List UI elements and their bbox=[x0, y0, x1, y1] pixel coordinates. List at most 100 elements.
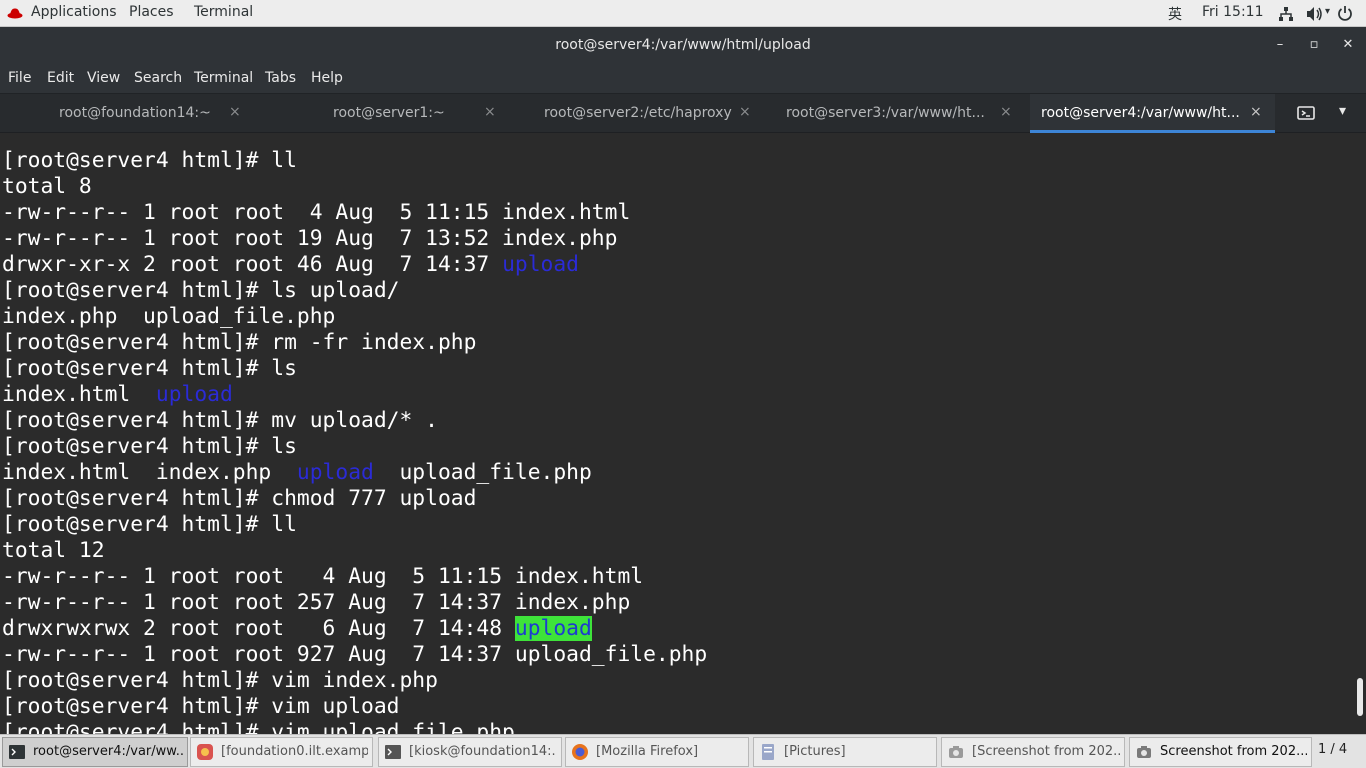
terminal-line: -rw-r--r-- 1 root root 4 Aug 5 11:15 ind… bbox=[2, 200, 631, 225]
tab-bar: root@foundation14:~ × root@server1:~ × r… bbox=[0, 93, 1366, 133]
directory-name: upload bbox=[514, 616, 592, 641]
tab-server4[interactable]: root@server4:/var/www/ht... × bbox=[1030, 94, 1275, 133]
clock[interactable]: Fri 15:11 bbox=[1202, 4, 1263, 20]
input-method-indicator[interactable]: 英 bbox=[1168, 4, 1182, 24]
window-title-bar[interactable]: root@server4:/var/www/html/upload – ▫ ✕ bbox=[0, 27, 1366, 65]
terminal-text: drwxr-xr-x 2 root root 46 Aug 7 14:37 bbox=[2, 252, 503, 277]
directory-name: upload bbox=[296, 460, 374, 485]
tab-close-icon[interactable]: × bbox=[739, 104, 751, 120]
tab-label: root@foundation14:~ bbox=[59, 105, 211, 121]
taskbar-item-label: root@server4:/var/ww... bbox=[33, 744, 183, 759]
taskbar-item-label: [kiosk@foundation14:... bbox=[409, 744, 557, 759]
terminal-line: [root@server4 html]# chmod 777 upload bbox=[2, 486, 477, 511]
terminal-line: drwxr-xr-x 2 root root 46 Aug 7 14:37 up… bbox=[2, 252, 579, 278]
redhat-logo-icon bbox=[7, 8, 23, 19]
terminal-line: [root@server4 html]# ls bbox=[2, 356, 297, 381]
terminal-text: drwxrwxrwx 2 root root 6 Aug 7 14:48 bbox=[2, 616, 515, 641]
firefox-icon bbox=[572, 744, 588, 760]
terminal-icon bbox=[385, 745, 401, 759]
menu-edit[interactable]: Edit bbox=[47, 70, 74, 86]
terminal-line: index.html index.php upload upload_file.… bbox=[2, 460, 592, 486]
tab-close-icon[interactable]: × bbox=[1000, 104, 1012, 120]
terminal-line: [root@server4 html]# ll bbox=[2, 148, 297, 173]
tab-foundation14[interactable]: root@foundation14:~ × bbox=[0, 94, 256, 133]
tab-close-icon[interactable]: × bbox=[1250, 104, 1262, 120]
terminal-line: [root@server4 html]# ls bbox=[2, 434, 297, 459]
top-bar: Applications Places Terminal 英 Fri 15:11… bbox=[0, 0, 1366, 27]
tab-label: root@server3:/var/www/ht... bbox=[786, 105, 985, 121]
terminal-line: [root@server4 html]# vim index.php bbox=[2, 668, 438, 693]
screenshot-icon bbox=[1137, 746, 1151, 758]
directory-name: upload bbox=[502, 252, 579, 277]
close-button[interactable]: ✕ bbox=[1338, 35, 1358, 55]
tab-close-icon[interactable]: × bbox=[484, 104, 496, 120]
terminal-line: total 12 bbox=[2, 538, 105, 563]
tab-label: root@server4:/var/www/ht... bbox=[1041, 105, 1240, 121]
directory-name: upload bbox=[155, 382, 233, 407]
terminal-icon bbox=[9, 745, 25, 759]
terminal-line: total 8 bbox=[2, 174, 92, 199]
taskbar-item-label: [Pictures] bbox=[784, 744, 846, 759]
tab-server1[interactable]: root@server1:~ × bbox=[256, 94, 512, 133]
menu-search[interactable]: Search bbox=[134, 70, 182, 86]
terminal-app-menu[interactable]: Terminal bbox=[194, 4, 253, 20]
maximize-button[interactable]: ▫ bbox=[1304, 35, 1324, 55]
terminal-line: drwxrwxrwx 2 root root 6 Aug 7 14:48 upl… bbox=[2, 616, 592, 642]
scrollbar-thumb[interactable] bbox=[1357, 678, 1363, 716]
taskbar-item-firefox[interactable]: [Mozilla Firefox] bbox=[565, 737, 749, 767]
terminal-text: index.html index.php bbox=[2, 460, 297, 485]
terminal-line: -rw-r--r-- 1 root root 19 Aug 7 13:52 in… bbox=[2, 226, 618, 251]
tab-server3[interactable]: root@server3:/var/www/ht... × bbox=[768, 94, 1028, 133]
taskbar: root@server4:/var/ww... [foundation0.ilt… bbox=[0, 734, 1366, 768]
terminal-line: [root@server4 html]# ll bbox=[2, 512, 297, 537]
tab-close-icon[interactable]: × bbox=[229, 104, 241, 120]
scrollbar-track[interactable] bbox=[1352, 133, 1366, 734]
taskbar-item-terminal-server4[interactable]: root@server4:/var/ww... bbox=[2, 737, 188, 767]
places-menu[interactable]: Places bbox=[129, 4, 174, 20]
taskbar-item-kiosk-terminal[interactable]: [kiosk@foundation14:... bbox=[378, 737, 562, 767]
taskbar-item-label: Screenshot from 202... bbox=[1160, 744, 1307, 759]
terminal-line: index.php upload_file.php bbox=[2, 304, 336, 329]
terminal-line: [root@server4 html]# ls upload/ bbox=[2, 278, 400, 303]
terminal-line: index.html upload bbox=[2, 382, 233, 408]
window-title: root@server4:/var/www/html/upload bbox=[555, 37, 811, 53]
power-icon[interactable] bbox=[1337, 5, 1353, 21]
menu-help[interactable]: Help bbox=[311, 70, 343, 86]
workspace-pager[interactable]: 1 / 4 bbox=[1318, 742, 1347, 757]
taskbar-item-label: [foundation0.ilt.exampl... bbox=[221, 744, 368, 759]
app-icon bbox=[197, 744, 213, 760]
chevron-down-icon[interactable]: ▾ bbox=[1325, 6, 1330, 17]
terminal-line: -rw-r--r-- 1 root root 927 Aug 7 14:37 u… bbox=[2, 642, 708, 667]
terminal-line: -rw-r--r-- 1 root root 4 Aug 5 11:15 ind… bbox=[2, 564, 644, 589]
new-tab-icon[interactable] bbox=[1297, 105, 1315, 121]
terminal-line: [root@server4 html]# vim upload_file.php bbox=[2, 720, 515, 734]
taskbar-item-foundation0[interactable]: [foundation0.ilt.exampl... bbox=[190, 737, 373, 767]
tab-menu-dropdown[interactable]: ▾ bbox=[1339, 103, 1346, 119]
taskbar-item-screenshot-1[interactable]: [Screenshot from 202... bbox=[941, 737, 1125, 767]
terminal-line: [root@server4 html]# vim upload bbox=[2, 694, 400, 719]
minimize-button[interactable]: – bbox=[1270, 35, 1290, 55]
network-icon[interactable] bbox=[1278, 6, 1294, 22]
taskbar-item-pictures[interactable]: [Pictures] bbox=[753, 737, 937, 767]
menu-tabs[interactable]: Tabs bbox=[265, 70, 296, 86]
menu-file[interactable]: File bbox=[8, 70, 31, 86]
terminal-text: index.html bbox=[2, 382, 156, 407]
screenshot-icon bbox=[949, 746, 963, 758]
menu-bar: File Edit View Search Terminal Tabs Help bbox=[0, 65, 1366, 93]
volume-icon[interactable] bbox=[1306, 6, 1324, 22]
taskbar-item-label: [Mozilla Firefox] bbox=[596, 744, 699, 759]
taskbar-item-label: [Screenshot from 202... bbox=[972, 744, 1120, 759]
tab-server2[interactable]: root@server2:/etc/haproxy × bbox=[512, 94, 768, 133]
terminal-output[interactable]: [root@server4 html]# ll total 8 -rw-r--r--… bbox=[0, 133, 1352, 734]
taskbar-item-screenshot-2[interactable]: Screenshot from 202... bbox=[1129, 737, 1312, 767]
tab-label: root@server2:/etc/haproxy bbox=[544, 105, 732, 121]
terminal-text: upload_file.php bbox=[373, 460, 592, 485]
file-manager-icon bbox=[762, 744, 774, 760]
applications-menu[interactable]: Applications bbox=[31, 4, 117, 20]
menu-view[interactable]: View bbox=[87, 70, 120, 86]
menu-terminal[interactable]: Terminal bbox=[194, 70, 253, 86]
terminal-line: [root@server4 html]# rm -fr index.php bbox=[2, 330, 477, 355]
terminal-line: [root@server4 html]# mv upload/* . bbox=[2, 408, 438, 433]
terminal-line: -rw-r--r-- 1 root root 257 Aug 7 14:37 i… bbox=[2, 590, 631, 615]
tab-label: root@server1:~ bbox=[333, 105, 445, 121]
